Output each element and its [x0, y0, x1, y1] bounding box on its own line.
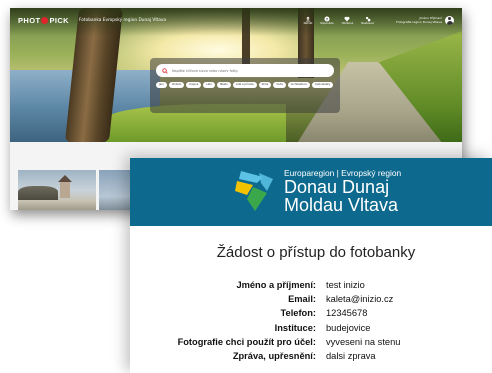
tag-chip[interactable]: Voda — [273, 82, 286, 88]
tag-chip[interactable]: Zima — [258, 82, 272, 88]
nav-upload[interactable]: Nahrát — [303, 16, 313, 25]
form-title: Žádost o přístup do fotobanky — [216, 244, 416, 261]
form-header: Europaregion | Evropský region Donau Dun… — [130, 158, 492, 226]
svg-text:?: ? — [326, 16, 328, 21]
nav-label: Nastavení — [361, 21, 375, 25]
field-label: Telefon: — [280, 308, 316, 319]
danube-vltava-logo-icon — [235, 171, 273, 211]
site-title: Fotobanka Evropský region Dunaj Vltava — [78, 17, 167, 23]
field-row-institution: Instituce: budejovice — [130, 321, 492, 335]
field-row-message: Zpráva, upřesnění: dalsi zprava — [130, 349, 492, 363]
nav-help[interactable]: ? Nápověda — [320, 16, 333, 25]
region-name-line1: Donau Dunaj — [284, 177, 390, 197]
tag-chip[interactable]: Architektura — [287, 82, 310, 88]
field-label: Zpráva, upřesnění: — [232, 351, 316, 362]
tag-chip[interactable]: Krajina — [186, 82, 202, 88]
search-icon — [162, 67, 168, 74]
nav-settings[interactable]: Nastavení — [361, 16, 374, 25]
field-label: Email: — [288, 294, 316, 305]
field-row-name: Jméno a příjmení: test inizio — [130, 278, 492, 292]
tag-chip[interactable]: Lidé a příroda — [232, 82, 257, 88]
photo-thumbnail[interactable] — [18, 170, 96, 210]
nav-label: Nápověda — [320, 21, 334, 25]
tag-chips: Jaro Podzim Krajina Léto Město Lidé a př… — [156, 82, 334, 88]
field-value: vyveseni na stenu — [326, 336, 401, 347]
field-value: dalsi zprava — [326, 351, 376, 362]
field-value: 12345678 — [326, 308, 368, 319]
access-request-form: Europaregion | Evropský region Donau Dun… — [130, 158, 492, 373]
avatar[interactable] — [445, 15, 454, 25]
field-value: budejovice — [326, 322, 371, 333]
nav-favorites[interactable]: Oblíbené — [341, 16, 354, 25]
field-value: test inizio — [326, 280, 365, 291]
field-label: Jméno a příjmení: — [236, 280, 316, 291]
field-value: kaleta@inizio.cz — [326, 294, 394, 305]
user-menu[interactable]: Jméno Příjmení Fotografie region Dunaj V… — [396, 15, 454, 25]
form-fields: Jméno a příjmení: test inizio Email: kal… — [130, 278, 492, 363]
tag-chip[interactable]: Léto — [203, 82, 215, 88]
nav-label: Oblíbené — [341, 21, 354, 25]
search-panel: Jaro Podzim Krajina Léto Město Lidé a př… — [150, 58, 340, 113]
field-row-email: Email: kaleta@inizio.cz — [130, 292, 492, 306]
search-box[interactable] — [156, 64, 334, 77]
search-input[interactable] — [172, 68, 322, 73]
field-label: Instituce: — [274, 322, 316, 333]
field-row-phone: Telefon: 12345678 — [130, 306, 492, 320]
field-row-purpose: Fotografie chci použít pro účel: vyvesen… — [130, 335, 492, 349]
field-label: Fotografie chci použít pro účel: — [177, 336, 316, 347]
tag-chip[interactable]: Cyklostezky — [311, 82, 334, 88]
tag-chip[interactable]: Město — [216, 82, 231, 88]
tag-chip[interactable]: Podzim — [168, 82, 185, 88]
top-navigation: PHOT PICK Fotobanka Evropský region Dunaj… — [10, 8, 462, 32]
user-org: Fotografie region Dunaj Vltava — [396, 20, 442, 24]
photopick-logo[interactable]: PHOT PICK — [18, 16, 69, 25]
tag-chip[interactable]: Jaro — [156, 82, 167, 88]
nav-label: Nahrát — [303, 21, 313, 25]
region-name-line2: Moldau Vltava — [284, 195, 399, 215]
